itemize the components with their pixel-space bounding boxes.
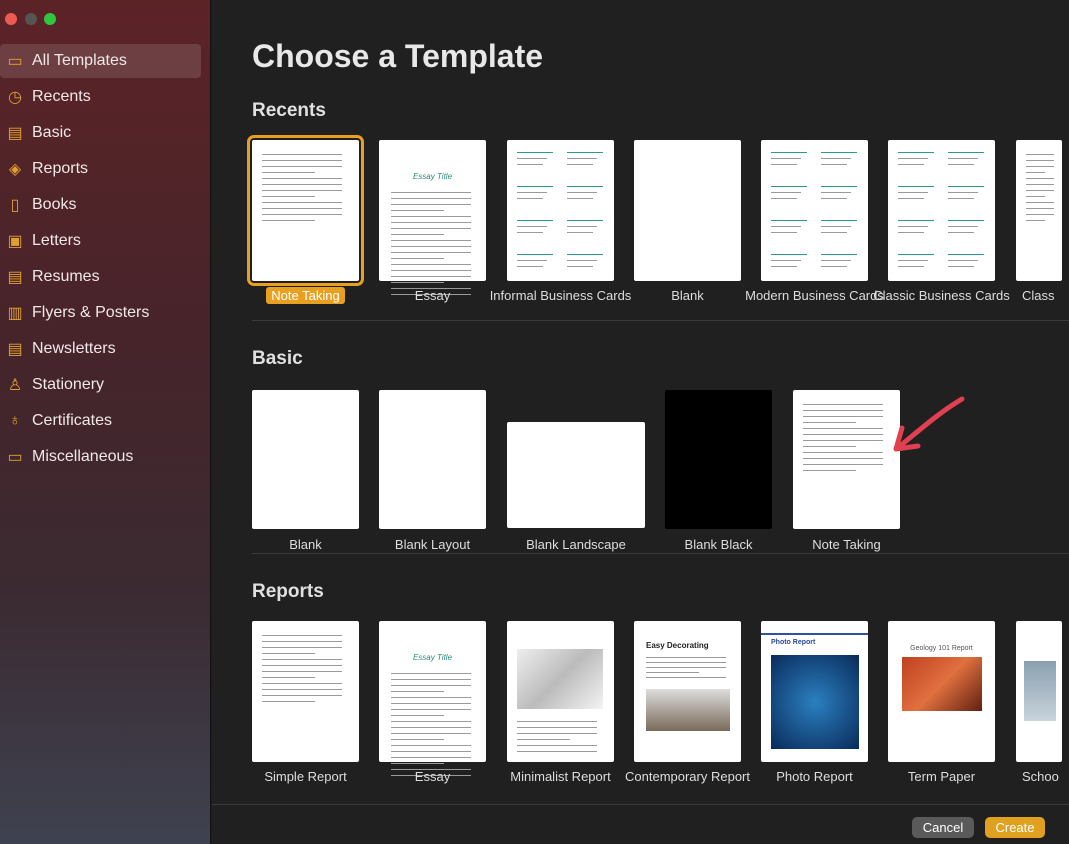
template-name: Informal Business Cards: [489, 288, 632, 303]
sidebar-item-reports[interactable]: ◈ Reports: [0, 152, 201, 186]
template-name: Simple Report: [264, 769, 347, 784]
template-name: Photo Report: [776, 769, 853, 784]
sidebar-item-flyers-posters[interactable]: ▥ Flyers & Posters: [0, 296, 201, 330]
clock-icon: ◷: [8, 89, 22, 106]
section-title: Recents: [252, 100, 326, 121]
template-chooser: Choose a Template Recents Note Taking Essa…: [212, 0, 1069, 844]
template-name: Note Taking: [266, 287, 345, 304]
template-thumbnail[interactable]: [1016, 140, 1062, 281]
section-title: Reports: [252, 581, 324, 602]
sidebar-item-books[interactable]: ▯ Books: [0, 188, 201, 222]
template-thumbnail[interactable]: [507, 422, 645, 528]
template-name: Minimalist Report: [510, 769, 611, 784]
sidebar-item-basic[interactable]: ▤ Basic: [0, 116, 201, 150]
archive-icon: ▭: [7, 449, 23, 466]
minimize-button[interactable]: [25, 13, 37, 25]
template-thumbnail[interactable]: [793, 390, 900, 529]
template-label[interactable]: Note Taking: [772, 537, 922, 552]
graduation-cap-icon: ◈: [8, 161, 22, 178]
section-title: Basic: [252, 348, 303, 369]
template-label[interactable]: Class: [1022, 288, 1066, 303]
template-thumbnail[interactable]: [665, 390, 772, 529]
template-name: Note Taking: [812, 537, 881, 552]
template-name: Blank: [289, 537, 322, 552]
document-icon: ▤: [7, 125, 23, 142]
template-thumbnail[interactable]: [379, 390, 486, 529]
template-thumbnail[interactable]: Easy Decorating: [634, 621, 741, 762]
template-thumbnail[interactable]: Essay Title: [379, 140, 486, 295]
template-thumbnail[interactable]: Photo Report: [761, 621, 868, 762]
template-name: Blank Landscape: [526, 537, 626, 552]
template-thumbnail[interactable]: [252, 390, 359, 529]
section-divider: [252, 320, 1069, 321]
template-name: Contemporary Report: [625, 769, 750, 784]
template-thumbnail[interactable]: [507, 621, 614, 762]
newsletter-icon: ▤: [7, 341, 23, 358]
sidebar-item-label: All Templates: [32, 52, 127, 69]
template-label[interactable]: Schoo: [1022, 769, 1066, 784]
ribbon-icon: ♁: [9, 412, 21, 429]
template-label[interactable]: Blank Landscape: [501, 537, 651, 552]
template-thumbnail[interactable]: Geology 101 Report: [888, 621, 995, 762]
template-label[interactable]: Classic Business Cards: [867, 288, 1017, 303]
template-name: Classic Business Cards: [873, 288, 1010, 303]
sidebar-item-label: Stationery: [32, 376, 105, 393]
template-thumbnail[interactable]: [761, 140, 868, 281]
sidebar-item-label: Reports: [32, 160, 89, 177]
sidebar-item-recents[interactable]: ◷ Recents: [0, 80, 201, 114]
template-thumbnail[interactable]: Essay Title: [379, 621, 486, 776]
sidebar: ▭ All Templates ◷ Recents ▤ Basic ◈ Reports ▯ Boo…: [0, 0, 211, 844]
sidebar-item-letters[interactable]: ▣ Letters: [0, 224, 201, 258]
template-name: Modern Business Cards: [745, 288, 884, 303]
template-name: Blank Layout: [394, 537, 471, 552]
footer-divider: [212, 804, 1069, 805]
template-name: Essay: [414, 769, 451, 784]
create-button[interactable]: Create: [985, 817, 1045, 838]
letter-icon: ▣: [7, 233, 23, 250]
template-name: Class: [1022, 288, 1055, 303]
sidebar-item-label: Newsletters: [32, 340, 116, 357]
sidebar-item-label: Miscellaneous: [32, 448, 134, 465]
sidebar-item-stationery[interactable]: ♙ Stationery: [0, 368, 201, 402]
sidebar-item-miscellaneous[interactable]: ▭ Miscellaneous: [0, 440, 201, 474]
template-thumbnail[interactable]: [888, 140, 995, 281]
sidebar-item-label: Resumes: [32, 268, 100, 285]
template-label[interactable]: Blank Layout: [358, 537, 508, 552]
template-thumbnail[interactable]: [507, 140, 614, 281]
template-name: Blank Black: [684, 537, 753, 552]
zoom-button[interactable]: [44, 13, 56, 25]
stamp-icon: ♙: [7, 377, 23, 394]
template-thumbnail[interactable]: [634, 140, 741, 281]
sidebar-item-label: Books: [32, 196, 77, 213]
grid-icon: ▭: [7, 53, 23, 70]
template-thumbnail[interactable]: [247, 135, 364, 286]
book-icon: ▯: [10, 197, 20, 214]
sidebar-item-all-templates[interactable]: ▭ All Templates: [0, 44, 201, 78]
resume-icon: ▤: [7, 269, 23, 286]
sidebar-item-label: Letters: [32, 232, 81, 249]
template-thumbnail[interactable]: [252, 621, 359, 762]
sidebar-item-label: Flyers & Posters: [32, 304, 150, 321]
template-name: Essay: [414, 288, 451, 303]
sidebar-item-newsletters[interactable]: ▤ Newsletters: [0, 332, 201, 366]
template-name: Blank: [671, 288, 704, 303]
template-thumbnail[interactable]: [1016, 621, 1062, 762]
sidebar-item-resumes[interactable]: ▤ Resumes: [0, 260, 201, 294]
sidebar-item-label: Basic: [32, 124, 72, 141]
section-divider: [252, 553, 1069, 554]
cancel-button[interactable]: Cancel: [912, 817, 974, 838]
sidebar-item-label: Recents: [32, 88, 91, 105]
template-name: Schoo: [1022, 769, 1059, 784]
template-name: Term Paper: [907, 769, 976, 784]
close-button[interactable]: [5, 13, 17, 25]
page-title: Choose a Template: [252, 38, 544, 74]
flyer-icon: ▥: [7, 305, 23, 322]
sidebar-item-label: Certificates: [32, 412, 113, 429]
template-label[interactable]: Term Paper: [867, 769, 1017, 784]
sidebar-item-certificates[interactable]: ♁ Certificates: [0, 404, 201, 438]
